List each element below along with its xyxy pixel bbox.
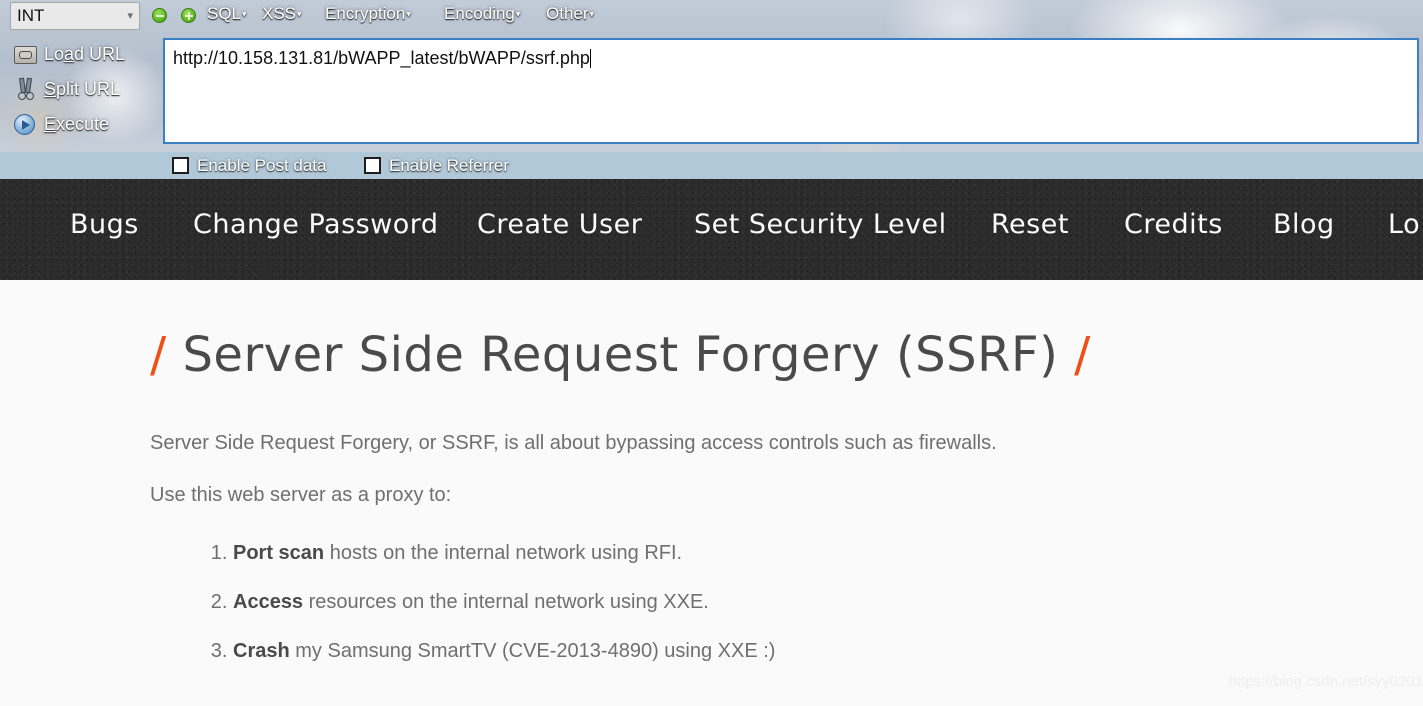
title-slash-right: / — [1074, 327, 1091, 383]
execute-label: Execute — [44, 113, 110, 134]
menu-xss-label: XSS — [262, 4, 297, 23]
enable-post-data-checkbox[interactable]: Enable Post data — [172, 155, 326, 176]
list-item: Access resources on the internal network… — [233, 591, 775, 614]
page-title-text: Server Side Request Forgery (SSRF) — [182, 327, 1059, 383]
menu-other[interactable]: Other▾ — [546, 4, 594, 24]
nav-item-logout[interactable]: Lo — [1388, 209, 1420, 240]
checkbox-icon[interactable] — [364, 157, 381, 174]
url-input-value: http://10.158.131.81/bWAPP_latest/bWAPP/… — [173, 48, 590, 68]
proxy-type-select[interactable]: INT ▾ — [10, 2, 140, 30]
execute-icon — [12, 111, 38, 137]
list-item-bold: Access — [233, 591, 304, 613]
zoom-in-button[interactable] — [181, 8, 196, 23]
enable-post-data-label: Enable Post data — [197, 155, 327, 175]
split-url-icon — [12, 76, 38, 102]
hackbar-toolbar: INT ▾ SQL▾ XSS▾ Encryption▾ Encoding▾ Ot… — [0, 0, 1423, 152]
nav-item-credits[interactable]: Credits — [1124, 209, 1223, 240]
checkbox-icon[interactable] — [172, 157, 189, 174]
caret-down-icon: ▾ — [589, 9, 595, 20]
load-url-icon — [12, 41, 38, 67]
nav-item-set-security-level[interactable]: Set Security Level — [694, 209, 947, 240]
text-caret — [589, 49, 591, 68]
nav-item-create-user[interactable]: Create User — [477, 209, 642, 240]
list-item-rest: my Samsung SmartTV (CVE-2013-4890) using… — [289, 640, 776, 662]
menu-encoding-label: Encoding — [444, 4, 515, 23]
enable-referrer-checkbox[interactable]: Enable Referrer — [364, 155, 509, 176]
caret-down-icon: ▾ — [515, 9, 521, 20]
page-content: / Server Side Request Forgery (SSRF) / S… — [0, 280, 1423, 706]
menu-sql[interactable]: SQL▾ — [207, 4, 247, 24]
list-item-rest: resources on the internal network using … — [303, 591, 709, 613]
enable-referrer-label: Enable Referrer — [389, 155, 510, 175]
list-item: Port scan hosts on the internal network … — [233, 542, 775, 565]
hackbar-options-row: Enable Post data Enable Referrer — [0, 152, 1423, 179]
bwapp-navigation-bar: Bugs Change Password Create User Set Sec… — [0, 179, 1423, 280]
menu-encryption-label: Encryption — [325, 4, 406, 23]
menu-encoding[interactable]: Encoding▾ — [444, 4, 520, 24]
list-item: Crash my Samsung SmartTV (CVE-2013-4890)… — [233, 640, 775, 663]
menu-xss[interactable]: XSS▾ — [262, 4, 302, 24]
url-input[interactable]: http://10.158.131.81/bWAPP_latest/bWAPP/… — [163, 38, 1419, 144]
nav-item-change-password[interactable]: Change Password — [193, 209, 439, 240]
menu-encryption[interactable]: Encryption▾ — [325, 4, 411, 24]
menu-sql-label: SQL — [207, 4, 242, 23]
caret-down-icon: ▾ — [406, 9, 411, 20]
plus-icon-v — [187, 11, 190, 20]
nav-item-reset[interactable]: Reset — [991, 209, 1069, 240]
chevron-down-icon: ▾ — [127, 9, 133, 22]
page-title: / Server Side Request Forgery (SSRF) / — [150, 327, 1091, 383]
usage-list: Port scan hosts on the internal network … — [205, 516, 775, 663]
zoom-out-button[interactable] — [152, 8, 167, 23]
watermark: https://blog.csdn.net/syy0201 — [1228, 673, 1423, 690]
minus-icon — [155, 14, 164, 17]
load-url-label: Load URL — [44, 43, 126, 64]
proxy-paragraph: Use this web server as a proxy to: — [150, 484, 452, 506]
nav-item-blog[interactable]: Blog — [1273, 209, 1335, 240]
proxy-type-value: INT — [17, 6, 45, 25]
list-item-bold: Port scan — [233, 542, 325, 564]
intro-paragraph: Server Side Request Forgery, or SSRF, is… — [150, 432, 997, 454]
hackbar-menu-row: INT ▾ SQL▾ XSS▾ Encryption▾ Encoding▾ Ot… — [0, 0, 1423, 33]
split-url-button[interactable]: Split URL — [12, 74, 157, 104]
caret-down-icon: ▾ — [242, 9, 247, 20]
split-url-label: Split URL — [44, 78, 121, 99]
list-item-rest: hosts on the internal network using RFI. — [324, 542, 683, 564]
execute-button[interactable]: Execute — [12, 109, 157, 139]
menu-other-label: Other — [546, 4, 589, 23]
caret-down-icon: ▾ — [297, 9, 302, 20]
title-slash-left: / — [150, 327, 167, 383]
load-url-button[interactable]: Load URL — [12, 39, 157, 69]
list-item-bold: Crash — [233, 640, 290, 662]
nav-item-bugs[interactable]: Bugs — [70, 209, 139, 240]
